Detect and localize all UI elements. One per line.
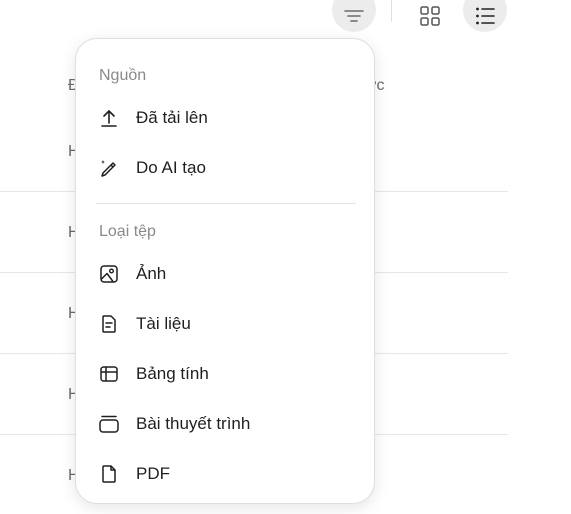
menu-item-document[interactable]: Tài liệu [96, 304, 356, 344]
list-view-button[interactable] [463, 0, 507, 32]
toolbar-divider [391, 0, 392, 22]
grid-view-icon [420, 6, 440, 26]
section-label-source: Nguồn [99, 67, 147, 84]
grid-view-button[interactable] [408, 0, 452, 32]
spreadsheet-icon [98, 363, 120, 385]
section-label-file-type: Loại tệp [99, 223, 156, 240]
menu-item-presentation[interactable]: Bài thuyết trình [96, 404, 356, 444]
filter-button[interactable] [332, 0, 376, 32]
menu-item-label: PDF [136, 464, 170, 483]
menu-item-uploaded[interactable]: Đã tải lên [96, 98, 356, 138]
view-toolbar [0, 0, 571, 40]
menu-item-pdf[interactable]: PDF [96, 454, 356, 494]
document-icon [98, 313, 120, 335]
menu-item-label: Đã tải lên [136, 108, 208, 127]
menu-item-image[interactable]: Ảnh [96, 254, 356, 294]
filter-dropdown-menu: Nguồn Đã tải lên Do AI tạo Loại tệp Ảnh … [75, 38, 375, 504]
image-icon [98, 263, 120, 285]
menu-item-label: Do AI tạo [136, 158, 206, 177]
menu-item-label: Ảnh [136, 264, 167, 283]
menu-separator [96, 203, 356, 204]
magic-pen-icon [98, 157, 120, 179]
pdf-file-icon [98, 463, 120, 485]
menu-item-ai-generated[interactable]: Do AI tạo [96, 148, 356, 188]
menu-item-label: Tài liệu [136, 314, 191, 333]
menu-item-label: Bảng tính [136, 364, 209, 383]
menu-item-spreadsheet[interactable]: Bảng tính [96, 354, 356, 394]
filter-icon [344, 10, 364, 22]
menu-item-label: Bài thuyết trình [136, 414, 251, 433]
list-view-icon [476, 7, 495, 25]
presentation-icon [98, 413, 120, 435]
upload-icon [98, 107, 120, 129]
